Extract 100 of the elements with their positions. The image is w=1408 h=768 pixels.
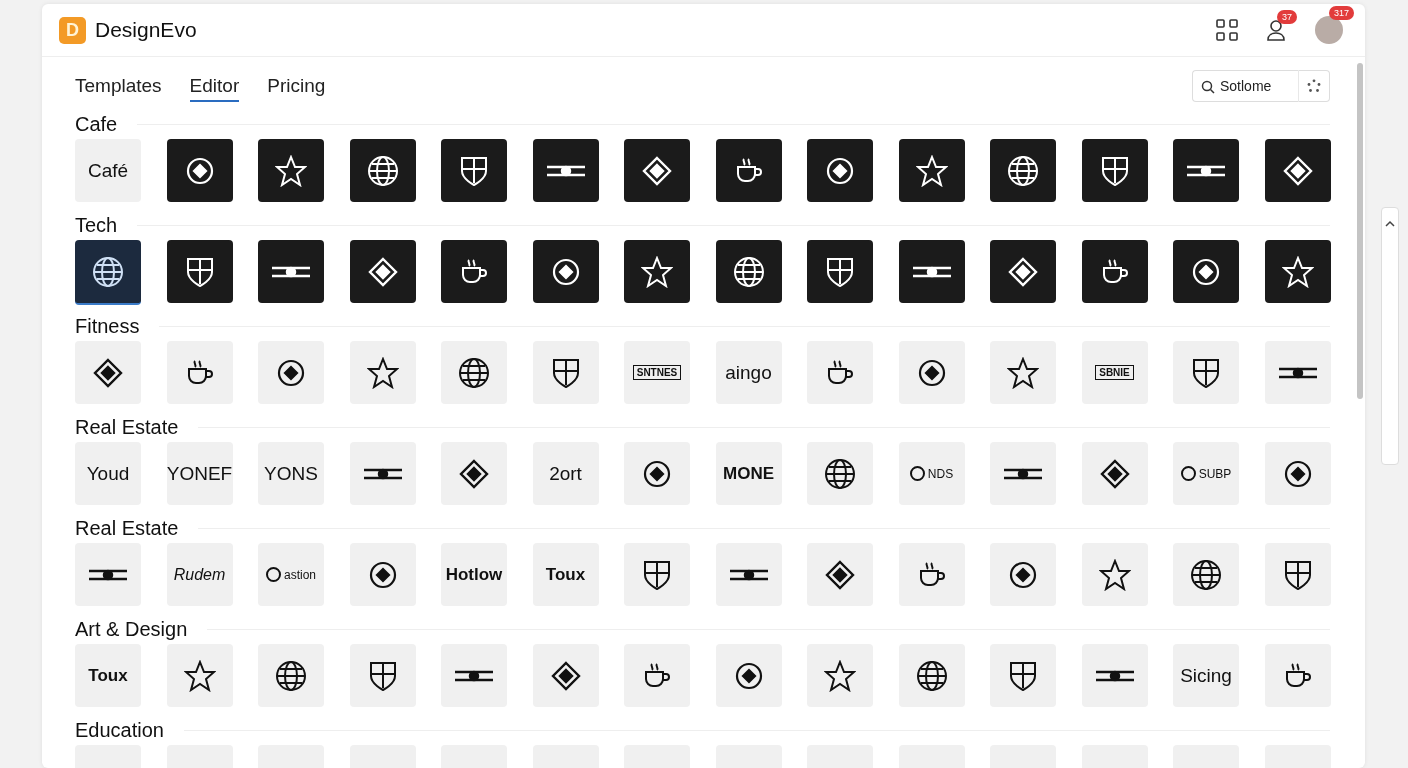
nav-tab[interactable]: Templates bbox=[75, 70, 162, 102]
logo-template[interactable] bbox=[624, 644, 690, 707]
logo-template[interactable] bbox=[1173, 341, 1239, 404]
logo-template[interactable] bbox=[441, 442, 507, 505]
caret-up-icon[interactable] bbox=[1385, 220, 1395, 228]
logo-template[interactable] bbox=[1264, 442, 1331, 505]
logo-template[interactable] bbox=[349, 341, 416, 404]
logo-template[interactable] bbox=[990, 442, 1056, 505]
logo-template[interactable]: Café bbox=[75, 139, 141, 202]
logo-template[interactable] bbox=[1081, 644, 1148, 707]
logo-template[interactable] bbox=[990, 644, 1056, 707]
logo-template[interactable] bbox=[1081, 442, 1148, 505]
globe-icon bbox=[92, 255, 124, 288]
logo-template[interactable] bbox=[807, 543, 873, 606]
logo-template[interactable] bbox=[441, 341, 507, 404]
logo-template[interactable] bbox=[1173, 543, 1239, 606]
logo-template[interactable] bbox=[715, 644, 782, 707]
logo-template[interactable] bbox=[1173, 139, 1239, 202]
logo-template[interactable] bbox=[1173, 240, 1239, 303]
logo-template[interactable] bbox=[624, 442, 690, 505]
logo-template[interactable] bbox=[532, 644, 599, 707]
logo-template[interactable] bbox=[807, 644, 873, 707]
logo-template[interactable] bbox=[990, 341, 1056, 404]
logo-template[interactable] bbox=[898, 139, 965, 202]
avatar[interactable] bbox=[1315, 16, 1343, 44]
logo-template[interactable] bbox=[1081, 240, 1148, 303]
logo-template[interactable] bbox=[1264, 139, 1331, 202]
logo-template[interactable] bbox=[898, 341, 965, 404]
circle-emblem-icon bbox=[642, 458, 672, 489]
logo-template[interactable] bbox=[349, 644, 416, 707]
nav-tab[interactable]: Pricing bbox=[267, 70, 326, 102]
logo-template[interactable]: Toux bbox=[75, 644, 141, 707]
logo-template[interactable] bbox=[258, 240, 324, 303]
logo-template[interactable] bbox=[441, 139, 507, 202]
logo-template[interactable] bbox=[441, 240, 507, 303]
logo-template[interactable] bbox=[715, 139, 782, 202]
logo-template[interactable] bbox=[532, 139, 599, 202]
logo-template[interactable] bbox=[715, 240, 782, 303]
shield-icon bbox=[1100, 154, 1129, 187]
logo-template[interactable] bbox=[990, 543, 1056, 606]
logo-template[interactable] bbox=[75, 240, 141, 305]
logo-template[interactable]: NDS bbox=[898, 442, 965, 505]
category-title: Fitness bbox=[75, 314, 140, 338]
logo-template[interactable] bbox=[807, 341, 873, 404]
logo-template[interactable] bbox=[990, 240, 1056, 303]
logo-template[interactable] bbox=[1081, 139, 1148, 202]
loading-button[interactable] bbox=[1298, 70, 1330, 102]
logo-template[interactable]: SNTNES bbox=[624, 341, 690, 404]
logo-template[interactable] bbox=[990, 139, 1056, 202]
logo-template[interactable] bbox=[166, 139, 233, 202]
logo-template[interactable] bbox=[807, 139, 873, 202]
logo-template[interactable] bbox=[898, 240, 965, 303]
logo-template[interactable] bbox=[624, 240, 690, 303]
scrollbar[interactable] bbox=[1357, 63, 1363, 399]
logo-template[interactable]: aingo bbox=[715, 341, 782, 404]
logo-template[interactable]: MONE bbox=[715, 442, 782, 505]
logo-template[interactable]: Rudem bbox=[166, 543, 233, 606]
logo-template[interactable]: SUBP bbox=[1173, 442, 1239, 505]
logo-template[interactable]: Youd bbox=[75, 442, 141, 505]
logo-template[interactable] bbox=[166, 644, 233, 707]
logo-template[interactable] bbox=[258, 341, 324, 404]
logo-template[interactable] bbox=[1264, 240, 1331, 303]
logo-template[interactable]: YONS bbox=[258, 442, 324, 505]
logo-template[interactable]: Toux bbox=[532, 543, 599, 606]
logo-template[interactable] bbox=[1081, 543, 1148, 606]
logo-template[interactable]: Hotlow bbox=[441, 543, 507, 606]
cup-icon bbox=[825, 358, 855, 387]
category-title: Education bbox=[75, 718, 164, 742]
logo-template[interactable]: SBNIE bbox=[1081, 341, 1148, 404]
logo-template[interactable] bbox=[1264, 341, 1331, 404]
logo-template[interactable] bbox=[75, 341, 141, 404]
logo-template[interactable] bbox=[807, 240, 873, 303]
logo-template[interactable]: YONEF bbox=[166, 442, 233, 505]
logo-template[interactable] bbox=[166, 240, 233, 303]
nav-tab[interactable]: Editor bbox=[189, 70, 240, 102]
logo-template[interactable] bbox=[898, 543, 965, 606]
logo-template[interactable] bbox=[715, 543, 782, 606]
logo-template[interactable] bbox=[532, 240, 599, 303]
logo-template[interactable] bbox=[349, 139, 416, 202]
search-field[interactable]: Sotlome bbox=[1192, 70, 1298, 102]
logo-template[interactable] bbox=[624, 543, 690, 606]
logo-template[interactable] bbox=[807, 442, 873, 505]
logo-template[interactable]: Sicing bbox=[1173, 644, 1239, 707]
logo-template[interactable] bbox=[258, 139, 324, 202]
logo-template[interactable] bbox=[349, 543, 416, 606]
logo-template[interactable]: 2ort bbox=[532, 442, 599, 505]
logo-template[interactable] bbox=[532, 341, 599, 404]
globe-icon bbox=[824, 457, 856, 490]
grid-icon[interactable] bbox=[1215, 18, 1239, 42]
logo-template[interactable] bbox=[624, 139, 690, 202]
logo-template[interactable] bbox=[898, 644, 965, 707]
logo-template[interactable]: astion bbox=[258, 543, 324, 606]
logo-template[interactable] bbox=[75, 543, 141, 606]
logo-template[interactable] bbox=[349, 442, 416, 505]
logo-template[interactable] bbox=[258, 644, 324, 707]
logo-template[interactable] bbox=[441, 644, 507, 707]
logo-template[interactable] bbox=[349, 240, 416, 303]
logo-template[interactable] bbox=[1264, 644, 1331, 707]
logo-template[interactable] bbox=[166, 341, 233, 404]
logo-template[interactable] bbox=[1264, 543, 1331, 606]
